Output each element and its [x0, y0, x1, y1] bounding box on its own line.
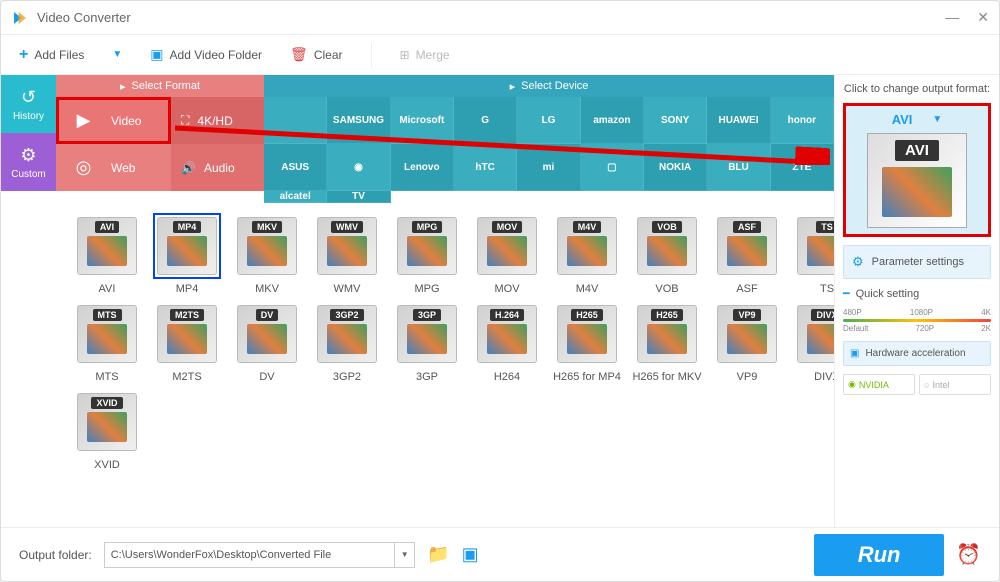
format-item-xvid[interactable]: XVIDXVID — [70, 389, 144, 471]
dash-icon: ━ — [843, 287, 850, 300]
format-item-h265-for-mkv[interactable]: H265H265 for MKV — [630, 301, 704, 383]
brand-grid: SAMSUNGMicrosoftGLGamazonSONYHUAWEIhonor… — [264, 97, 834, 203]
schedule-button[interactable]: ⏰ — [956, 542, 981, 567]
brand-cell-12[interactable]: hTC — [454, 144, 517, 191]
titlebar: Video Converter — ✕ — [1, 1, 999, 35]
intel-badge: ○ Intel — [919, 374, 991, 395]
add-folder-button[interactable]: ▣ Add Video Folder — [150, 46, 262, 63]
format-item-wmv[interactable]: WMVWMV — [310, 213, 384, 295]
brand-cell-0[interactable] — [264, 97, 327, 144]
quick-setting-label: ━ Quick setting — [843, 287, 991, 300]
output-format-header: Click to change output format: — [843, 83, 991, 95]
toolbar: + Add Files ▼ ▣ Add Video Folder 🗑 Clear… — [1, 35, 999, 75]
format-item-vp9[interactable]: VP9VP9 — [710, 301, 784, 383]
brand-cell-10[interactable]: ◉ — [327, 144, 390, 191]
format-item-vob[interactable]: VOBVOB — [630, 213, 704, 295]
folder-icon: ▣ — [150, 46, 163, 63]
history-button[interactable]: ↺ History — [1, 75, 56, 133]
add-files-dropdown[interactable]: ▼ — [112, 49, 122, 60]
gear-icon: ⚙ — [20, 145, 36, 166]
format-item-mpg[interactable]: MPGMPG — [390, 213, 464, 295]
format-item-asf[interactable]: ASFASF — [710, 213, 784, 295]
brand-cell-6[interactable]: SONY — [644, 97, 707, 144]
format-item-mp4[interactable]: MP4MP4 — [150, 213, 224, 295]
format-item-h265-for-mp4[interactable]: H265H265 for MP4 — [550, 301, 624, 383]
brand-cell-19[interactable]: TV — [327, 191, 390, 203]
output-folder-label: Output folder: — [19, 548, 92, 562]
merge-button: ⊞ Merge — [400, 48, 450, 62]
format-item-avi[interactable]: AVIAVI — [70, 213, 144, 295]
format-item-divx[interactable]: DIVXDIVX — [790, 301, 834, 383]
brand-cell-2[interactable]: Microsoft — [391, 97, 454, 144]
format-item-3gp2[interactable]: 3GP23GP2 — [310, 301, 384, 383]
app-logo-icon — [11, 9, 29, 27]
select-device-tab[interactable]: ▸ Select Device — [264, 75, 834, 97]
brand-cell-13[interactable]: mi — [517, 144, 580, 191]
brand-cell-14[interactable]: ▢ — [581, 144, 644, 191]
video-format-button[interactable]: ▶ Video ⛶ 4K/HD — [56, 97, 264, 144]
hardware-acceleration-button[interactable]: ▣ Hardware acceleration — [843, 341, 991, 366]
brand-cell-15[interactable]: NOKIA — [644, 144, 707, 191]
brand-cell-17[interactable]: ZTE — [771, 144, 834, 191]
quality-slider[interactable]: 480P1080P4K Default720P2K — [843, 308, 991, 333]
brand-cell-11[interactable]: Lenovo — [391, 144, 454, 191]
format-item-ts[interactable]: TSTS — [790, 213, 834, 295]
play-icon: ▶ — [77, 110, 91, 131]
brand-cell-8[interactable]: honor — [771, 97, 834, 144]
select-format-tab[interactable]: ▸ Select Format — [56, 75, 264, 97]
expand-icon: ⛶ — [181, 113, 189, 128]
custom-button[interactable]: ⚙ Custom — [1, 133, 56, 191]
brand-cell-1[interactable]: SAMSUNG — [327, 97, 390, 144]
format-item-h264[interactable]: H.264H264 — [470, 301, 544, 383]
merge-icon: ⊞ — [400, 48, 410, 62]
brand-cell-4[interactable]: LG — [517, 97, 580, 144]
web-format-button[interactable]: ◎ Web 🔊 Audio — [56, 144, 264, 191]
device-icon: ▸ — [510, 80, 516, 93]
intel-icon: ○ — [924, 380, 929, 390]
format-grid: AVIAVIMP4MP4MKVMKVWMVWMVMPGMPGMOVMOVM4VM… — [70, 213, 820, 471]
format-item-mov[interactable]: MOVMOV — [470, 213, 544, 295]
output-folder-input[interactable] — [104, 542, 395, 568]
chevron-down-icon: ▼ — [932, 114, 942, 125]
nvidia-badge: ◉ NVIDIA — [843, 374, 915, 395]
brand-cell-5[interactable]: amazon — [581, 97, 644, 144]
format-icon: ▸ — [120, 80, 126, 93]
brand-cell-18[interactable]: alcatel — [264, 191, 327, 203]
output-format-preview[interactable]: AVI ▼ AVI — [843, 103, 991, 237]
history-icon: ↺ — [21, 87, 36, 108]
clear-button[interactable]: 🗑 Clear — [290, 46, 342, 63]
nvidia-icon: ◉ — [848, 379, 856, 390]
chip-icon: ▣ — [850, 348, 859, 359]
brand-cell-9[interactable]: ASUS — [264, 144, 327, 191]
sliders-icon: ⚙ — [852, 254, 864, 270]
brand-cell-7[interactable]: HUAWEI — [707, 97, 770, 144]
audio-icon: 🔊 — [181, 161, 196, 175]
format-item-mts[interactable]: MTSMTS — [70, 301, 144, 383]
run-button[interactable]: Run — [814, 534, 944, 576]
format-item-dv[interactable]: DVDV — [230, 301, 304, 383]
output-thumb: AVI — [867, 133, 967, 228]
trash-icon: 🗑 — [290, 46, 308, 63]
brand-cell-3[interactable]: G — [454, 97, 517, 144]
video-folder-button[interactable]: ▣ — [462, 544, 479, 565]
parameter-settings-button[interactable]: ⚙ Parameter settings — [843, 245, 991, 279]
open-folder-button[interactable]: 📁 — [427, 544, 449, 565]
format-item-mkv[interactable]: MKVMKV — [230, 213, 304, 295]
plus-icon: + — [19, 46, 28, 64]
globe-icon: ◎ — [76, 157, 92, 178]
brand-cell-16[interactable]: BLU — [707, 144, 770, 191]
add-files-button[interactable]: + Add Files — [19, 46, 84, 64]
format-item-m2ts[interactable]: M2TSM2TS — [150, 301, 224, 383]
close-button[interactable]: ✕ — [977, 9, 989, 26]
output-folder-dropdown[interactable]: ▼ — [395, 542, 415, 568]
minimize-button[interactable]: — — [945, 9, 959, 26]
format-item-3gp[interactable]: 3GP3GP — [390, 301, 464, 383]
window-title: Video Converter — [37, 10, 945, 25]
format-item-m4v[interactable]: M4VM4V — [550, 213, 624, 295]
